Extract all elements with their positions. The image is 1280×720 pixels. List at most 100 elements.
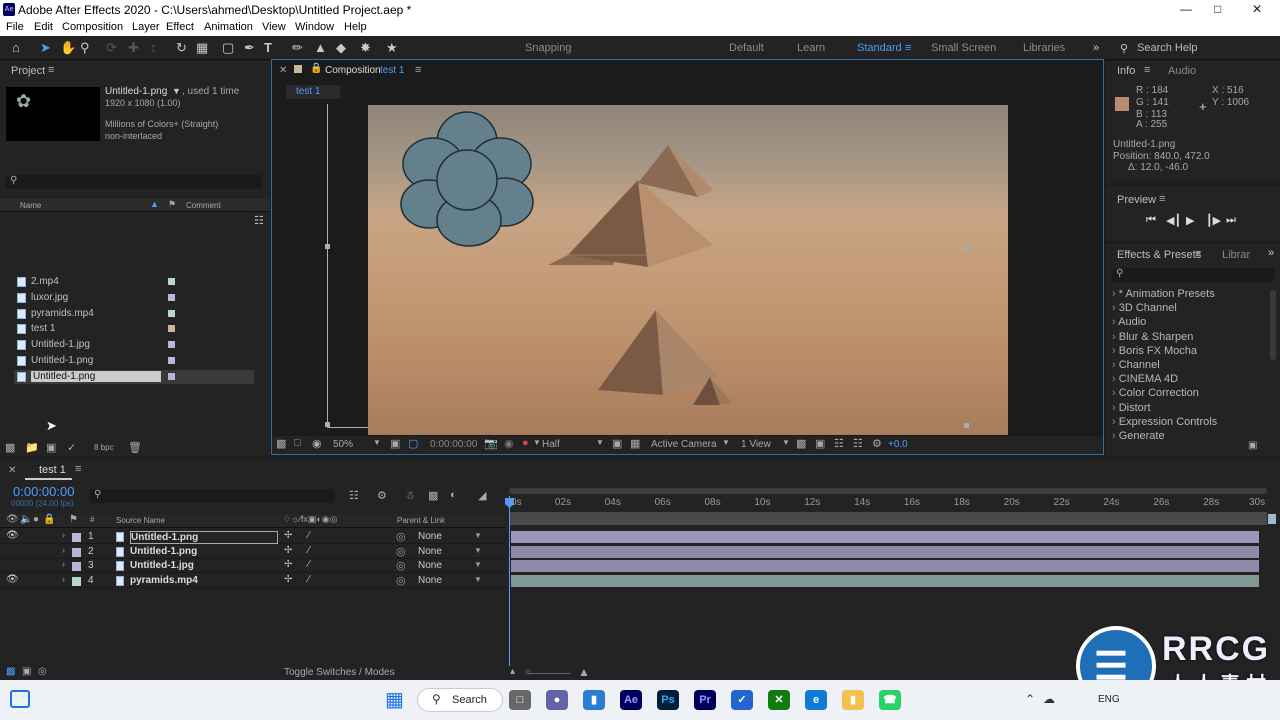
draft-3d-icon[interactable]: ⚙ xyxy=(377,489,387,502)
chevron-right-icon[interactable]: › xyxy=(1112,387,1119,399)
expand-arrow-icon[interactable]: › xyxy=(62,545,65,555)
effects-category[interactable]: › Color Correction xyxy=(1112,387,1199,399)
timeline-timecode[interactable]: 0:00:00:00 xyxy=(13,484,74,499)
anchor-handle[interactable] xyxy=(964,245,969,250)
chevron-right-icon[interactable]: › xyxy=(1112,359,1119,371)
project-item[interactable]: Untitled-1.jpg xyxy=(14,338,254,352)
menu-edit[interactable]: Edit xyxy=(34,21,53,33)
close-tab-icon[interactable]: ✕ xyxy=(8,465,16,476)
layer-label-color[interactable] xyxy=(72,533,81,542)
project-item[interactable]: 2.mp4 xyxy=(14,275,254,289)
transparency-grid-icon[interactable]: ▦ xyxy=(630,437,640,450)
chevron-right-icon[interactable]: › xyxy=(1112,345,1119,357)
layer-duration-bar[interactable] xyxy=(511,560,1259,572)
cloud-icon[interactable]: ☁ xyxy=(1043,692,1055,706)
exposure-icon[interactable]: ⚙ xyxy=(872,437,882,450)
resolution-dropdown[interactable]: Half xyxy=(542,439,560,450)
project-item[interactable]: luxor.jpg xyxy=(14,291,254,305)
quality-switch-icon[interactable]: ∕ xyxy=(308,530,310,541)
type-tool-icon[interactable]: T xyxy=(264,40,272,55)
timeline-layer-row[interactable]: › 2 ◎ ✢ ∕ ▼ Untitled-1.png None xyxy=(0,544,505,559)
scrollbar[interactable] xyxy=(1270,290,1276,360)
effects-category[interactable]: › Boris FX Mocha xyxy=(1112,345,1197,357)
lang-indicator[interactable]: ENG xyxy=(1098,694,1120,705)
todo-icon[interactable]: ✓ xyxy=(731,690,753,710)
edge-icon[interactable]: e xyxy=(805,690,827,710)
chevron-down-icon[interactable]: ▼ xyxy=(722,438,730,447)
in-out-icon[interactable]: ◎ xyxy=(38,666,47,677)
anchor-tool-icon[interactable]: ▦ xyxy=(196,40,208,56)
new-folder-icon[interactable]: 📁 xyxy=(25,441,39,454)
file-icon[interactable]: ▮ xyxy=(583,690,605,710)
effects-search-input[interactable]: ⚲ xyxy=(1112,268,1274,282)
parent-dropdown[interactable]: None xyxy=(418,560,442,571)
composition-tab-name[interactable]: test 1 xyxy=(380,65,404,76)
last-frame-icon[interactable]: ⏭ xyxy=(1226,214,1236,227)
workspace-libraries[interactable]: Libraries xyxy=(1023,42,1065,54)
effects-category[interactable]: › Channel xyxy=(1112,359,1160,371)
current-time[interactable]: 0:00:00:00 xyxy=(430,439,477,450)
orbit-tool-icon[interactable]: ⟳ xyxy=(106,40,117,56)
chevron-down-icon[interactable]: ▼ xyxy=(373,438,381,447)
project-item[interactable]: pyramids.mp4 xyxy=(14,307,254,321)
effects-category[interactable]: › Expression Controls xyxy=(1112,416,1217,428)
playhead[interactable] xyxy=(509,496,510,668)
guide-handle[interactable] xyxy=(325,422,330,427)
menu-layer[interactable]: Layer xyxy=(132,21,160,33)
timeline-layer-row[interactable]: › 3 ◎ ✢ ∕ ▼ Untitled-1.jpg None xyxy=(0,559,505,573)
panel-menu-icon[interactable]: ≡ xyxy=(75,463,81,475)
more-workspaces-icon[interactable]: » xyxy=(1093,42,1099,54)
comp-breadcrumb[interactable]: test 1 xyxy=(286,85,340,99)
column-name[interactable]: Name xyxy=(20,201,41,210)
shy-switch-icon[interactable]: ✢ xyxy=(284,559,292,570)
flowchart-icon[interactable]: ☷ xyxy=(834,437,844,450)
label-color-swatch[interactable] xyxy=(168,341,175,349)
layer-duration-bar[interactable] xyxy=(511,574,1259,587)
layer-number[interactable]: 4 xyxy=(88,575,94,586)
flower-shape-layer[interactable] xyxy=(399,108,534,248)
graph-editor-icon[interactable]: ◢ xyxy=(478,489,486,502)
pen-tool-icon[interactable]: ✒ xyxy=(244,40,255,56)
selection-tool-icon[interactable]: ➤ xyxy=(40,40,51,56)
layer-number[interactable]: 2 xyxy=(88,546,94,557)
menu-animation[interactable]: Animation xyxy=(204,21,253,33)
quality-switch-icon[interactable]: ∕ xyxy=(308,545,310,556)
shy-switch-icon[interactable]: ✢ xyxy=(284,545,292,556)
roto-brush-icon[interactable]: ✸ xyxy=(360,40,371,56)
chevron-right-icon[interactable]: › xyxy=(1112,302,1119,314)
composition-flowchart-icon[interactable]: ☷ xyxy=(349,489,359,502)
effects-category[interactable]: › 3D Channel xyxy=(1112,302,1177,314)
viewer[interactable] xyxy=(273,104,1103,435)
roi-icon[interactable]: ▣ xyxy=(612,437,622,450)
panel-menu-icon[interactable]: ≡ xyxy=(415,64,421,76)
bit-depth-label[interactable]: 8 bpc xyxy=(94,443,114,452)
snapshot-icon[interactable]: 📷 xyxy=(484,437,498,450)
effects-presets-tab[interactable]: Effects & Presets xyxy=(1117,249,1201,261)
label-color-swatch[interactable] xyxy=(168,293,175,301)
solo-column-icon[interactable]: ● xyxy=(33,514,39,525)
timeline-link-icon[interactable]: ☷ xyxy=(853,437,863,450)
zoom-dropdown[interactable]: 50% xyxy=(333,439,353,450)
task-view-icon[interactable]: □ xyxy=(509,690,531,710)
after-effects-icon[interactable]: Ae xyxy=(620,690,642,710)
parent-pickwhip-icon[interactable]: ◎ xyxy=(396,545,406,558)
puppet-tool-icon[interactable]: ★ xyxy=(386,40,398,56)
label-color-swatch[interactable] xyxy=(168,372,175,380)
column-comment[interactable]: Comment xyxy=(186,201,221,210)
layer-duration-bar[interactable] xyxy=(511,531,1259,543)
previous-frame-icon[interactable]: ◀┃ xyxy=(1166,214,1181,227)
delete-icon[interactable]: 🗑 xyxy=(128,441,142,454)
project-search-input[interactable]: ⚲ xyxy=(6,175,262,189)
timeline-tab[interactable]: test 1 xyxy=(25,464,72,480)
expand-arrow-icon[interactable]: › xyxy=(62,574,65,584)
chevron-right-icon[interactable]: › xyxy=(1112,402,1119,414)
layer-number[interactable]: 3 xyxy=(88,560,94,571)
label-column-icon[interactable]: ⚑ xyxy=(69,514,78,525)
xbox-icon[interactable]: ✕ xyxy=(768,690,790,710)
search-icon[interactable]: ⚲ xyxy=(1120,42,1128,55)
preview-title[interactable]: Preview xyxy=(1117,194,1156,206)
rectangle-tool-icon[interactable]: ▢ xyxy=(222,40,234,56)
new-bin-icon[interactable]: ▣ xyxy=(1248,440,1257,451)
effects-category[interactable]: › Generate xyxy=(1112,430,1165,442)
home-icon[interactable]: ⌂ xyxy=(12,40,20,55)
